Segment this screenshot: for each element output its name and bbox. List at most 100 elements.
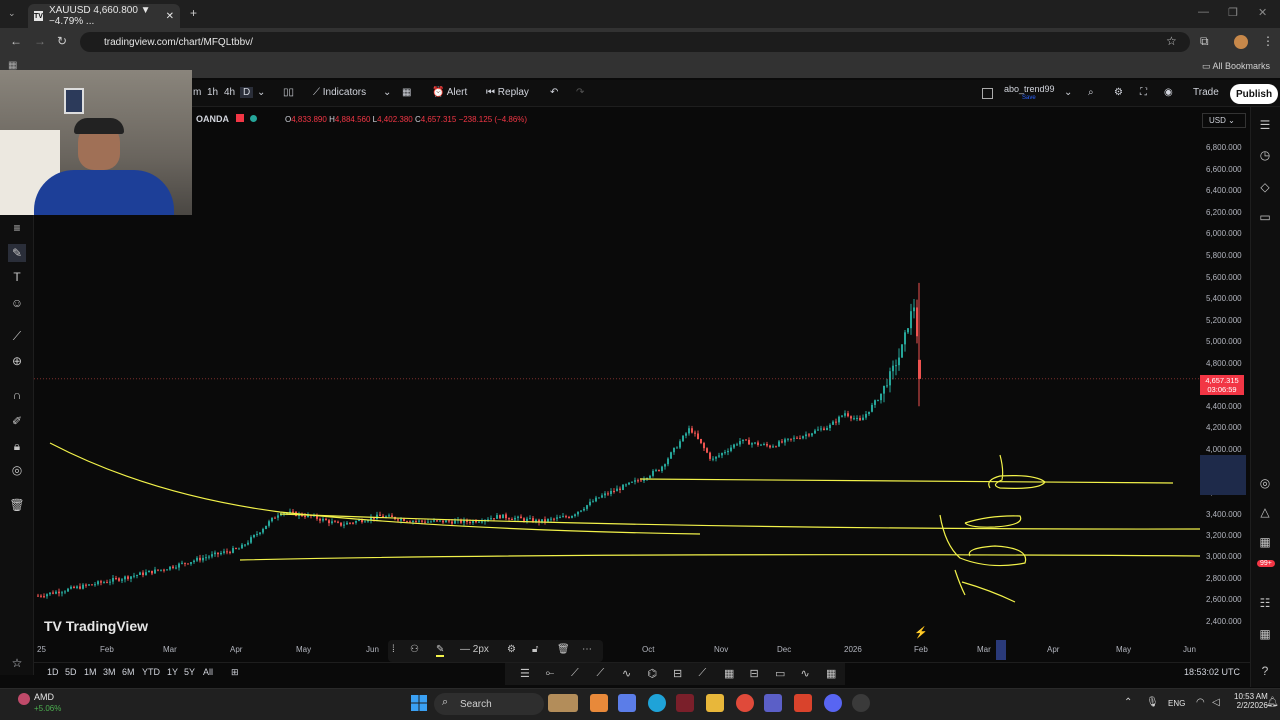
obs-icon[interactable] bbox=[852, 694, 870, 712]
chat-icon[interactable]: ▭ bbox=[1256, 208, 1274, 226]
hand-drawn-annotation[interactable] bbox=[639, 478, 1174, 484]
indicators-button[interactable]: ⟋ Indicators bbox=[313, 87, 366, 98]
event-marker-icon[interactable]: ⚡ bbox=[914, 626, 928, 639]
layout-name[interactable]: abo_trend99 bbox=[1004, 84, 1055, 94]
timeframe-6m[interactable]: 6M bbox=[122, 667, 135, 677]
pattern-icon[interactable]: ∿ bbox=[622, 667, 631, 680]
app-vlc-icon[interactable] bbox=[590, 694, 608, 712]
rectangle-icon[interactable]: ▭ bbox=[775, 667, 785, 680]
stroke-width-button[interactable]: — 2px bbox=[460, 644, 489, 655]
browser-menu-icon[interactable]: ⋮ bbox=[1262, 34, 1274, 48]
timeframe-5d[interactable]: 5D bbox=[65, 667, 77, 677]
help-icon[interactable]: ? bbox=[1256, 662, 1274, 680]
triangle-icon[interactable]: △ bbox=[1256, 503, 1274, 521]
interval-dropdown-icon[interactable]: ⌄ bbox=[257, 87, 265, 98]
indicators-dropdown-icon[interactable]: ⌄ bbox=[383, 87, 391, 98]
restore-icon[interactable]: ❐ bbox=[1228, 6, 1238, 19]
price-chart[interactable] bbox=[34, 107, 1200, 645]
interval-1h[interactable]: 1h bbox=[207, 87, 218, 98]
publish-button[interactable]: Publish bbox=[1230, 84, 1278, 104]
tray-chevron-icon[interactable]: ⌃ bbox=[1124, 697, 1132, 708]
windows-start-icon[interactable] bbox=[410, 694, 428, 712]
brush-icon[interactable]: ✎ bbox=[8, 244, 26, 262]
forward-icon[interactable]: → bbox=[34, 34, 46, 48]
tab-menu-icon[interactable]: ⌄ bbox=[8, 8, 16, 19]
date-range-icon[interactable]: ⊞ bbox=[231, 667, 239, 678]
settings-gear-icon[interactable]: ⚙ bbox=[1114, 87, 1123, 98]
timeframe-1d[interactable]: 1D bbox=[47, 667, 59, 677]
timeframe-1m[interactable]: 1M bbox=[84, 667, 97, 677]
template-icon[interactable]: ⚇ bbox=[410, 644, 419, 655]
layers-icon[interactable]: ◇ bbox=[1256, 178, 1274, 196]
stock-name[interactable]: AMD bbox=[34, 692, 54, 702]
hand-drawn-annotation[interactable] bbox=[988, 454, 1046, 489]
ray-icon[interactable]: ⟋ bbox=[597, 667, 605, 680]
timeframe-1y[interactable]: 1Y bbox=[167, 667, 178, 677]
fib-icon[interactable]: ⟋ bbox=[571, 667, 579, 680]
trend-lines-icon[interactable]: ☰ bbox=[520, 667, 530, 680]
drawing-settings-icon[interactable]: ⚙ bbox=[507, 644, 516, 655]
alerts-clock-icon[interactable]: ◷ bbox=[1256, 146, 1274, 164]
taskbar-search[interactable]: Search bbox=[434, 693, 544, 715]
trash-icon[interactable]: 🗑︎ bbox=[8, 496, 26, 514]
new-tab-icon[interactable]: + bbox=[190, 6, 197, 20]
pen-color-icon[interactable]: ✎ bbox=[436, 644, 445, 657]
trade-button[interactable]: Trade bbox=[1193, 87, 1219, 98]
layout-dropdown-icon[interactable]: ⌄ bbox=[1064, 87, 1072, 98]
interval-d[interactable]: D bbox=[240, 87, 254, 98]
timeframe-ytd[interactable]: YTD bbox=[142, 667, 160, 677]
browser-tab[interactable]: TV XAUUSD 4,660.800 ▼ −4.79% ... ✕ bbox=[28, 4, 180, 28]
camera-icon[interactable]: ◉ bbox=[1164, 87, 1173, 98]
extensions-icon[interactable]: ⧉ bbox=[1200, 34, 1209, 49]
chrome-icon[interactable] bbox=[736, 694, 754, 712]
widget-thumbnail-icon[interactable] bbox=[548, 694, 578, 712]
back-icon[interactable]: ← bbox=[10, 34, 22, 48]
target-icon[interactable]: ◎ bbox=[1256, 474, 1274, 492]
redo-icon[interactable]: ↷ bbox=[576, 87, 584, 98]
reload-icon[interactable]: ↻ bbox=[57, 34, 67, 48]
drawing-lock-icon[interactable]: 🔓︎ bbox=[532, 644, 538, 655]
range-icon[interactable]: ⊟ bbox=[750, 667, 759, 680]
hand-drawn-annotation[interactable] bbox=[964, 515, 1022, 528]
more-icon[interactable]: ⋯ bbox=[582, 644, 592, 655]
window-close-icon[interactable]: ✕ bbox=[1258, 6, 1267, 19]
grid-icon[interactable]: ▦ bbox=[826, 667, 836, 680]
zoom-in-icon[interactable]: ⊕ bbox=[8, 352, 26, 370]
layout-save-label[interactable]: Save bbox=[1022, 95, 1036, 101]
channel-icon[interactable]: ⌬ bbox=[648, 667, 658, 680]
timeframe-3m[interactable]: 3M bbox=[103, 667, 116, 677]
stock-widget-icon[interactable] bbox=[18, 693, 30, 705]
replay-button[interactable]: ⏮ Replay bbox=[486, 87, 529, 98]
currency-selector[interactable]: USD ⌄ bbox=[1202, 113, 1246, 128]
grid-apps-icon[interactable]: ▦ bbox=[1256, 625, 1274, 643]
horizontal-line-icon[interactable]: ⟜ bbox=[546, 667, 555, 680]
lock-drawing-icon[interactable]: ✐ bbox=[8, 412, 26, 430]
hand-drawn-annotation[interactable] bbox=[239, 554, 1200, 561]
microphone-icon[interactable]: 🎙︎ bbox=[1146, 697, 1159, 708]
ruler-icon[interactable]: ⟋ bbox=[8, 327, 26, 345]
discord-icon[interactable] bbox=[824, 694, 842, 712]
teams-icon[interactable] bbox=[764, 694, 782, 712]
eye-icon[interactable]: ◎ bbox=[8, 461, 26, 479]
bookmark-star-icon[interactable]: ☆ bbox=[1166, 34, 1177, 48]
taskbar-clock[interactable]: 10:53 AM 2/2/2026 bbox=[1234, 692, 1268, 710]
star-favorites-icon[interactable]: ☆ bbox=[8, 654, 26, 672]
magnet-icon[interactable]: ∩ bbox=[8, 386, 26, 404]
hand-drawn-annotation[interactable] bbox=[954, 569, 1016, 603]
file-explorer-icon[interactable] bbox=[706, 694, 724, 712]
edge-browser-icon[interactable] bbox=[648, 694, 666, 712]
language-indicator[interactable]: ENG bbox=[1168, 699, 1185, 708]
undo-icon[interactable]: ↶ bbox=[550, 87, 558, 98]
fullscreen-icon[interactable]: ⛶ bbox=[1140, 87, 1147, 98]
recording-app-icon[interactable] bbox=[794, 694, 812, 712]
interval-4h[interactable]: 4h bbox=[224, 87, 235, 98]
interval-m[interactable]: m bbox=[193, 87, 201, 98]
emoji-icon[interactable]: ☺ bbox=[8, 294, 26, 312]
url-field[interactable]: tradingview.com/chart/MFQLtbbv/ bbox=[80, 32, 1190, 52]
watchlist-icon[interactable]: ☰ bbox=[1256, 116, 1274, 134]
crosshair-lines-icon[interactable]: ≡ bbox=[8, 219, 26, 237]
utc-clock[interactable]: 18:53:02 UTC bbox=[1184, 667, 1240, 677]
quick-search-icon[interactable]: ⌕ bbox=[1088, 87, 1094, 98]
notifications-bell-icon[interactable]: 🔔︎ bbox=[1266, 697, 1279, 708]
hand-drawn-annotation[interactable] bbox=[49, 442, 701, 535]
